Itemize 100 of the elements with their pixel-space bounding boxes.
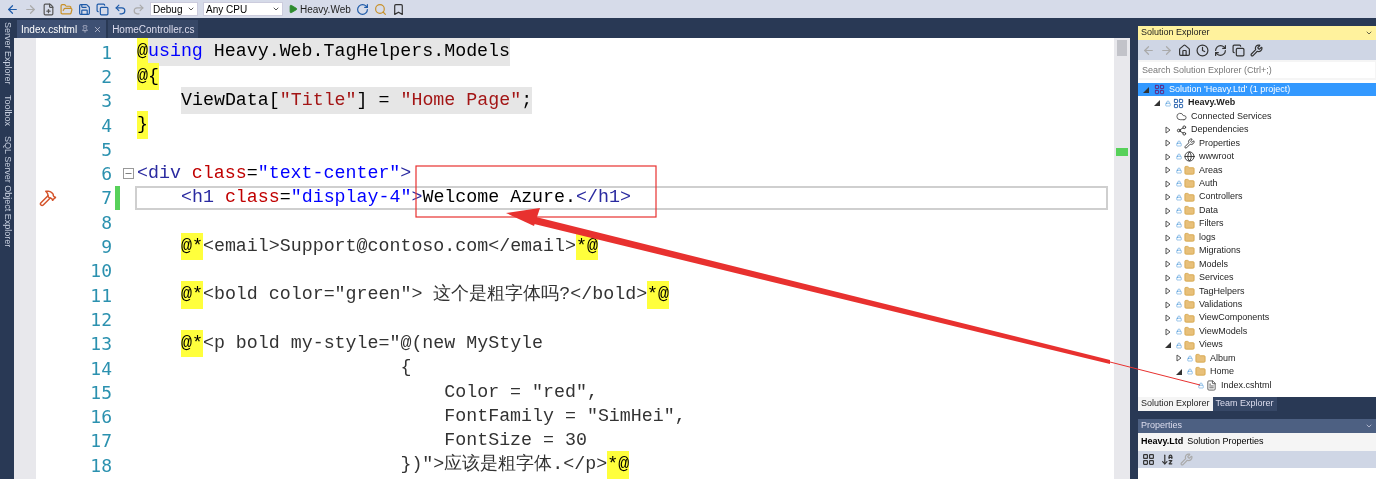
lock-icon xyxy=(1176,260,1182,268)
collapsed-arrow-icon[interactable] xyxy=(1164,193,1172,202)
collapsed-arrow-icon[interactable] xyxy=(1164,152,1172,161)
tree-item[interactable]: Auth xyxy=(1138,177,1376,191)
code-token: @* xyxy=(181,281,203,309)
tree-item[interactable]: Areas xyxy=(1138,163,1376,178)
line-number: 8 xyxy=(100,210,112,235)
collapsed-arrow-icon[interactable] xyxy=(1164,233,1172,242)
expanded-arrow-icon[interactable] xyxy=(1175,367,1183,376)
collapse-all-icon[interactable] xyxy=(1232,43,1245,57)
tree-item[interactable]: Data xyxy=(1138,203,1376,218)
search-field[interactable]: Search Solution Explorer (Ctrl+;) xyxy=(1139,62,1375,78)
tree-item[interactable]: Properties xyxy=(1138,136,1376,151)
dropdown-icon[interactable] xyxy=(1365,29,1373,37)
sync-icon[interactable] xyxy=(1214,43,1227,57)
collapsed-arrow-icon[interactable] xyxy=(1164,139,1172,148)
collapsed-arrow-icon[interactable] xyxy=(1164,126,1172,135)
panel-tab[interactable]: Solution Explorer xyxy=(1138,397,1213,411)
collapsed-arrow-icon[interactable] xyxy=(1164,166,1172,175)
wrench-icon xyxy=(1184,137,1195,149)
properties-icon[interactable] xyxy=(1250,43,1263,57)
collapsed-arrow-icon[interactable] xyxy=(1164,300,1172,309)
collapsed-arrow-icon[interactable] xyxy=(1164,260,1172,269)
code-token: "display-4" xyxy=(290,186,412,210)
dependencies-icon xyxy=(1176,124,1187,136)
code-token: })">应该是粗字体.</p> xyxy=(399,453,608,477)
line-number: 10 xyxy=(89,259,112,284)
tree-item[interactable]: Home xyxy=(1138,365,1376,379)
tree-item[interactable]: Dependencies xyxy=(1138,123,1376,137)
line-number: 5 xyxy=(100,137,112,162)
tree-item[interactable]: ViewModels xyxy=(1138,324,1376,339)
save-icon[interactable] xyxy=(78,2,91,16)
tree-item[interactable]: Services xyxy=(1138,271,1376,285)
tree-item[interactable]: Index.cshtml xyxy=(1138,378,1376,393)
panel-tab[interactable]: Team Explorer xyxy=(1212,397,1277,411)
hammer-icon[interactable] xyxy=(39,188,57,207)
line-number: 2 xyxy=(100,64,112,89)
tree-item[interactable]: Controllers xyxy=(1138,190,1376,204)
collapsed-arrow-icon[interactable] xyxy=(1164,246,1172,255)
tree-item[interactable]: ViewComponents xyxy=(1138,311,1376,325)
tree-item[interactable]: Migrations xyxy=(1138,244,1376,258)
line-number: 7 xyxy=(100,186,112,211)
collapsed-arrow-icon[interactable] xyxy=(1175,354,1183,363)
collapse-icon[interactable] xyxy=(122,168,134,180)
tree-item[interactable]: Models xyxy=(1138,257,1376,272)
collapsed-arrow-icon[interactable] xyxy=(1164,220,1172,229)
history-icon[interactable] xyxy=(1196,43,1209,57)
configuration-dropdown[interactable]: Debug xyxy=(150,2,198,16)
lock-icon xyxy=(1176,180,1182,188)
document-tab[interactable]: HomeController.cs xyxy=(108,20,199,38)
collapsed-arrow-icon[interactable] xyxy=(1164,206,1172,215)
code-token: ; xyxy=(521,87,533,115)
back-icon[interactable] xyxy=(6,2,19,16)
code-token: class xyxy=(223,186,280,210)
collapsed-arrow-icon[interactable] xyxy=(1164,314,1172,323)
expanded-arrow-icon[interactable] xyxy=(1153,99,1161,108)
close-icon[interactable] xyxy=(93,24,103,34)
platform-dropdown[interactable]: Any CPU xyxy=(203,2,283,16)
bookmark-icon[interactable] xyxy=(391,2,405,16)
code-token: <p bold my-style="@(new MyStyle xyxy=(202,332,544,355)
save-all-icon[interactable] xyxy=(96,2,109,16)
expanded-arrow-icon[interactable] xyxy=(1164,341,1172,350)
start-button[interactable]: Heavy.Web xyxy=(288,1,351,17)
tree-item[interactable]: logs xyxy=(1138,230,1376,245)
tree-item[interactable]: Heavy.Web xyxy=(1138,96,1376,110)
new-file-icon[interactable] xyxy=(42,2,55,16)
sort-icon[interactable] xyxy=(1161,453,1174,466)
project-icon xyxy=(1173,97,1184,109)
collapsed-arrow-icon[interactable] xyxy=(1164,327,1172,336)
code-token: > xyxy=(400,161,412,185)
code-token: @{ xyxy=(137,62,159,91)
home-icon[interactable] xyxy=(1178,43,1191,57)
code-token: FontFamily = "SimHei", xyxy=(443,404,686,428)
collapsed-arrow-icon[interactable] xyxy=(1164,179,1172,188)
line-number: 3 xyxy=(100,89,112,114)
collapsed-arrow-icon[interactable] xyxy=(1164,287,1172,296)
side-tab[interactable]: Toolbox xyxy=(0,94,14,126)
folder-icon xyxy=(1184,326,1195,338)
tree-item[interactable]: Views xyxy=(1138,338,1376,352)
folder-icon xyxy=(1195,352,1206,364)
folder-icon xyxy=(1184,218,1195,230)
lock-icon xyxy=(1176,153,1182,161)
categorized-icon[interactable] xyxy=(1142,453,1155,466)
lock-icon xyxy=(1176,234,1182,242)
refresh-icon[interactable] xyxy=(355,2,369,16)
scrollbar[interactable] xyxy=(1114,38,1130,479)
tree-item[interactable]: wwwroot xyxy=(1138,150,1376,164)
tree-item[interactable]: TagHelpers xyxy=(1138,284,1376,298)
side-tab[interactable]: Server Explorer xyxy=(0,22,14,85)
side-tab[interactable]: SQL Server Object Explorer xyxy=(0,135,14,247)
pin-icon[interactable] xyxy=(81,25,90,33)
lock-icon xyxy=(1176,193,1182,201)
tree-item[interactable]: Connected Services xyxy=(1138,109,1376,124)
tree-item[interactable]: Album xyxy=(1138,351,1376,366)
collapsed-arrow-icon[interactable] xyxy=(1164,273,1172,282)
tree-item[interactable]: Validations xyxy=(1138,298,1376,312)
document-tab[interactable]: Index.cshtml xyxy=(17,20,107,38)
undo-icon[interactable] xyxy=(114,2,127,16)
tree-item[interactable]: Filters xyxy=(1138,217,1376,231)
dropdown-icon[interactable] xyxy=(1365,422,1373,430)
